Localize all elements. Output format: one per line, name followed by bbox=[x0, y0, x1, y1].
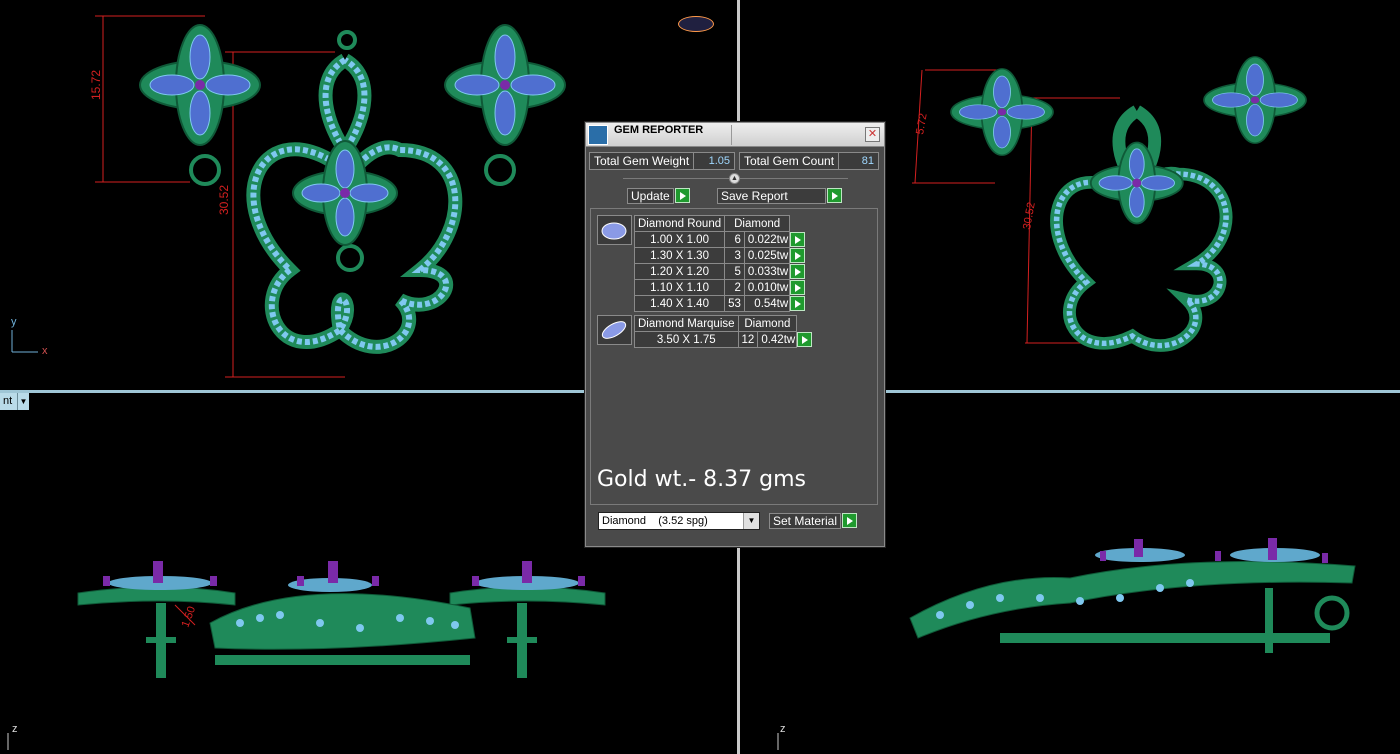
update-button[interactable]: Update bbox=[627, 188, 690, 204]
persp-side-assembly bbox=[909, 538, 1356, 653]
update-play-icon[interactable] bbox=[674, 188, 690, 203]
chevron-down-icon[interactable]: ▼ bbox=[17, 393, 29, 410]
total-gem-weight-label: Total Gem Weight bbox=[590, 153, 695, 169]
dim-label-15: 15.72 bbox=[89, 70, 103, 100]
select-gems-play-icon[interactable] bbox=[790, 248, 806, 263]
round-gem-table: Diamond Round Diamond 1.00 X 1.00 6 0.02… bbox=[633, 215, 806, 312]
material-select[interactable]: Diamond (3.52 spg) ▼ bbox=[598, 512, 760, 530]
round-diamond-icon bbox=[597, 215, 632, 245]
select-gems-play-icon[interactable] bbox=[797, 332, 813, 347]
axis-label-y: y bbox=[11, 316, 17, 328]
update-button-label: Update bbox=[627, 188, 674, 204]
axis-label-z-right: z bbox=[780, 723, 786, 735]
table-row: 1.40 X 1.40 53 0.54tw bbox=[633, 295, 806, 312]
titlebar-divider bbox=[731, 125, 732, 145]
persp-dim-label-5: 5.72 bbox=[914, 112, 930, 135]
gem-size-cell: 3.50 X 1.75 bbox=[634, 331, 739, 348]
gem-weight-cell: 0.010tw bbox=[743, 279, 791, 296]
dialog-titlebar[interactable]: GEM REPORTER ✕ bbox=[586, 123, 884, 147]
gem-count-cell: 53 bbox=[724, 295, 745, 312]
axis-gizmo bbox=[11, 330, 38, 353]
total-gem-count-value: 81 bbox=[861, 155, 874, 167]
gem-size-cell: 1.30 X 1.30 bbox=[633, 247, 726, 264]
gem-reporter-app-icon bbox=[588, 125, 608, 145]
save-report-play-icon[interactable] bbox=[827, 188, 842, 203]
chevron-down-icon[interactable]: ▼ bbox=[743, 513, 759, 529]
gem-count-cell: 6 bbox=[724, 231, 745, 248]
side-pendant bbox=[209, 561, 476, 665]
collapse-toggle-icon[interactable]: ▲ bbox=[729, 173, 740, 184]
view-cube-icon[interactable] bbox=[678, 16, 714, 32]
total-gem-weight-value: 1.05 bbox=[708, 155, 730, 167]
gem-shape-header: Diamond Marquise bbox=[634, 315, 739, 332]
material-select-value: Diamond (3.52 spg) bbox=[602, 515, 708, 527]
gem-weight-cell: 0.025tw bbox=[743, 247, 791, 264]
marquise-diamond-icon bbox=[597, 315, 632, 345]
gem-reporter-dialog: GEM REPORTER ✕ Total Gem Weight 1.05 Tot… bbox=[585, 122, 885, 547]
persp-earring-right bbox=[1203, 56, 1307, 144]
view-type-label: nt bbox=[0, 393, 17, 410]
gem-weight-cell: 0.54tw bbox=[743, 295, 791, 312]
gem-weight-cell: 0.033tw bbox=[743, 263, 791, 280]
dim-label-30: 30.52 bbox=[217, 185, 231, 215]
select-gems-play-icon[interactable] bbox=[790, 280, 806, 295]
gem-count-cell: 5 bbox=[724, 263, 745, 280]
table-row: 3.50 X 1.75 12 0.42tw bbox=[634, 331, 813, 348]
gem-weight-cell: 0.42tw bbox=[757, 331, 798, 348]
select-gems-play-icon[interactable] bbox=[790, 232, 806, 247]
side-dim-label: 1.50 bbox=[180, 605, 199, 629]
gold-weight-note: Gold wt.- 8.37 gms bbox=[597, 467, 806, 492]
view-type-dropdown[interactable]: nt ▼ bbox=[0, 393, 29, 410]
total-gem-count-label: Total Gem Count bbox=[740, 153, 840, 169]
gem-material-header: Diamond bbox=[737, 315, 798, 332]
gem-count-cell: 2 bbox=[724, 279, 745, 296]
gem-size-cell: 1.00 X 1.00 bbox=[633, 231, 726, 248]
table-row: 1.10 X 1.10 2 0.010tw bbox=[633, 279, 806, 296]
marquise-gem-table: Diamond Marquise Diamond 3.50 X 1.75 12 … bbox=[634, 315, 813, 348]
gem-size-cell: 1.40 X 1.40 bbox=[633, 295, 726, 312]
gem-size-cell: 1.10 X 1.10 bbox=[633, 279, 726, 296]
persp-pendant bbox=[1050, 105, 1233, 352]
persp-dim-label-30: 30.52 bbox=[1021, 201, 1038, 230]
pendant bbox=[246, 30, 463, 354]
select-gems-play-icon[interactable] bbox=[790, 296, 806, 311]
gem-size-cell: 1.20 X 1.20 bbox=[633, 263, 726, 280]
gem-count-cell: 12 bbox=[737, 331, 759, 348]
set-material-play-icon[interactable] bbox=[842, 513, 858, 528]
earring-left bbox=[139, 24, 261, 186]
gem-report-list: Diamond Round Diamond 1.00 X 1.00 6 0.02… bbox=[590, 208, 878, 505]
set-material-button-label: Set Material bbox=[769, 513, 842, 529]
table-row: 1.20 X 1.20 5 0.033tw bbox=[633, 263, 806, 280]
table-row: 1.30 X 1.30 3 0.025tw bbox=[633, 247, 806, 264]
select-gems-play-icon[interactable] bbox=[790, 264, 806, 279]
gem-weight-cell: 0.022tw bbox=[743, 231, 791, 248]
set-material-button[interactable]: Set Material bbox=[769, 513, 858, 529]
persp-earring-left bbox=[950, 68, 1054, 156]
side-earring-right bbox=[449, 561, 606, 678]
save-report-button-label: Save Report bbox=[717, 188, 826, 204]
gem-material-header: Diamond bbox=[724, 215, 791, 232]
axis-label-z: z bbox=[12, 723, 18, 735]
dialog-title: GEM REPORTER bbox=[614, 124, 704, 136]
total-gem-weight: Total Gem Weight 1.05 bbox=[589, 152, 735, 170]
table-row: 1.00 X 1.00 6 0.022tw bbox=[633, 231, 806, 248]
earring-right bbox=[444, 24, 566, 186]
total-gem-count: Total Gem Count 81 bbox=[739, 152, 879, 170]
close-icon[interactable]: ✕ bbox=[865, 127, 880, 142]
save-report-button[interactable]: Save Report bbox=[717, 188, 842, 204]
gem-count-cell: 3 bbox=[724, 247, 745, 264]
axis-label-x: x bbox=[42, 345, 48, 357]
gem-shape-header: Diamond Round bbox=[633, 215, 726, 232]
side-earring-left bbox=[77, 561, 236, 678]
